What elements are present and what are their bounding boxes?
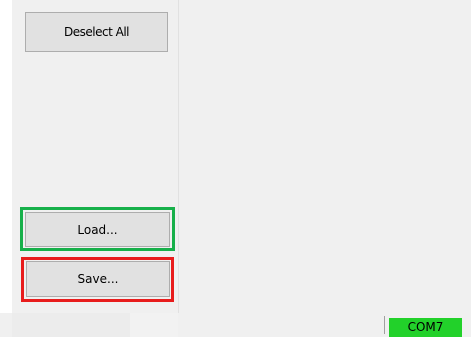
content-panel [179, 0, 471, 313]
com-port-status: COM7 [389, 318, 462, 337]
status-bar: COM7 [0, 313, 471, 337]
status-segment [12, 313, 130, 337]
status-divider [384, 316, 385, 334]
load-button[interactable]: Load... [25, 212, 170, 247]
left-button-panel: Deselect All Load... Save... [12, 0, 179, 313]
application-window: Deselect All Load... Save... COM7 [0, 0, 471, 337]
save-button[interactable]: Save... [26, 261, 170, 297]
status-segment [130, 313, 178, 337]
deselect-all-button[interactable]: Deselect All [25, 12, 168, 52]
